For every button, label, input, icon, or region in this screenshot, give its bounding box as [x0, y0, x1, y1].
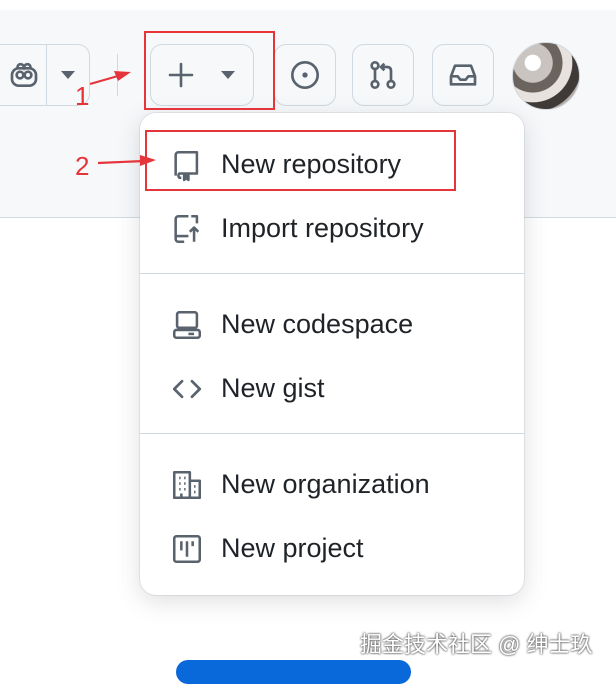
inbox-icon [447, 59, 479, 91]
user-avatar[interactable] [512, 42, 580, 110]
pull-requests-button[interactable] [352, 44, 414, 106]
triangle-down-icon [60, 70, 76, 80]
issues-button[interactable] [274, 44, 336, 106]
issue-opened-icon [289, 59, 321, 91]
organization-icon [170, 468, 204, 502]
highlight-box-new-repository [145, 130, 456, 191]
menu-item-label: New organization [221, 468, 430, 499]
menu-item-label: New project [221, 532, 364, 563]
menu-item-new-codespace[interactable]: New codespace [140, 292, 524, 356]
code-icon [170, 372, 204, 406]
inbox-button[interactable] [432, 44, 494, 106]
browser-top-strip [0, 0, 616, 10]
menu-separator [140, 273, 524, 274]
menu-item-import-repository[interactable]: Import repository [140, 196, 524, 260]
copilot-icon [8, 59, 40, 91]
menu-item-new-organization[interactable]: New organization [140, 452, 524, 516]
menu-item-label: New codespace [221, 308, 414, 339]
menu-item-label: New gist [221, 372, 325, 403]
watermark: 掘金技术社区 @ 绅士玖 [360, 632, 593, 657]
primary-button[interactable] [176, 660, 411, 684]
header-divider [117, 54, 118, 96]
repo-push-icon [170, 212, 204, 246]
copilot-button[interactable] [0, 44, 48, 106]
annotation-number-1: 1 [75, 81, 90, 111]
menu-separator [140, 433, 524, 434]
project-icon [170, 532, 204, 566]
menu-item-new-gist[interactable]: New gist [140, 356, 524, 420]
git-pull-request-icon [367, 59, 399, 91]
highlight-box-create-button [144, 31, 275, 110]
codespaces-icon [170, 308, 204, 342]
menu-item-label: Import repository [221, 212, 424, 243]
menu-item-new-project[interactable]: New project [140, 516, 524, 580]
annotation-number-2: 2 [75, 151, 90, 181]
